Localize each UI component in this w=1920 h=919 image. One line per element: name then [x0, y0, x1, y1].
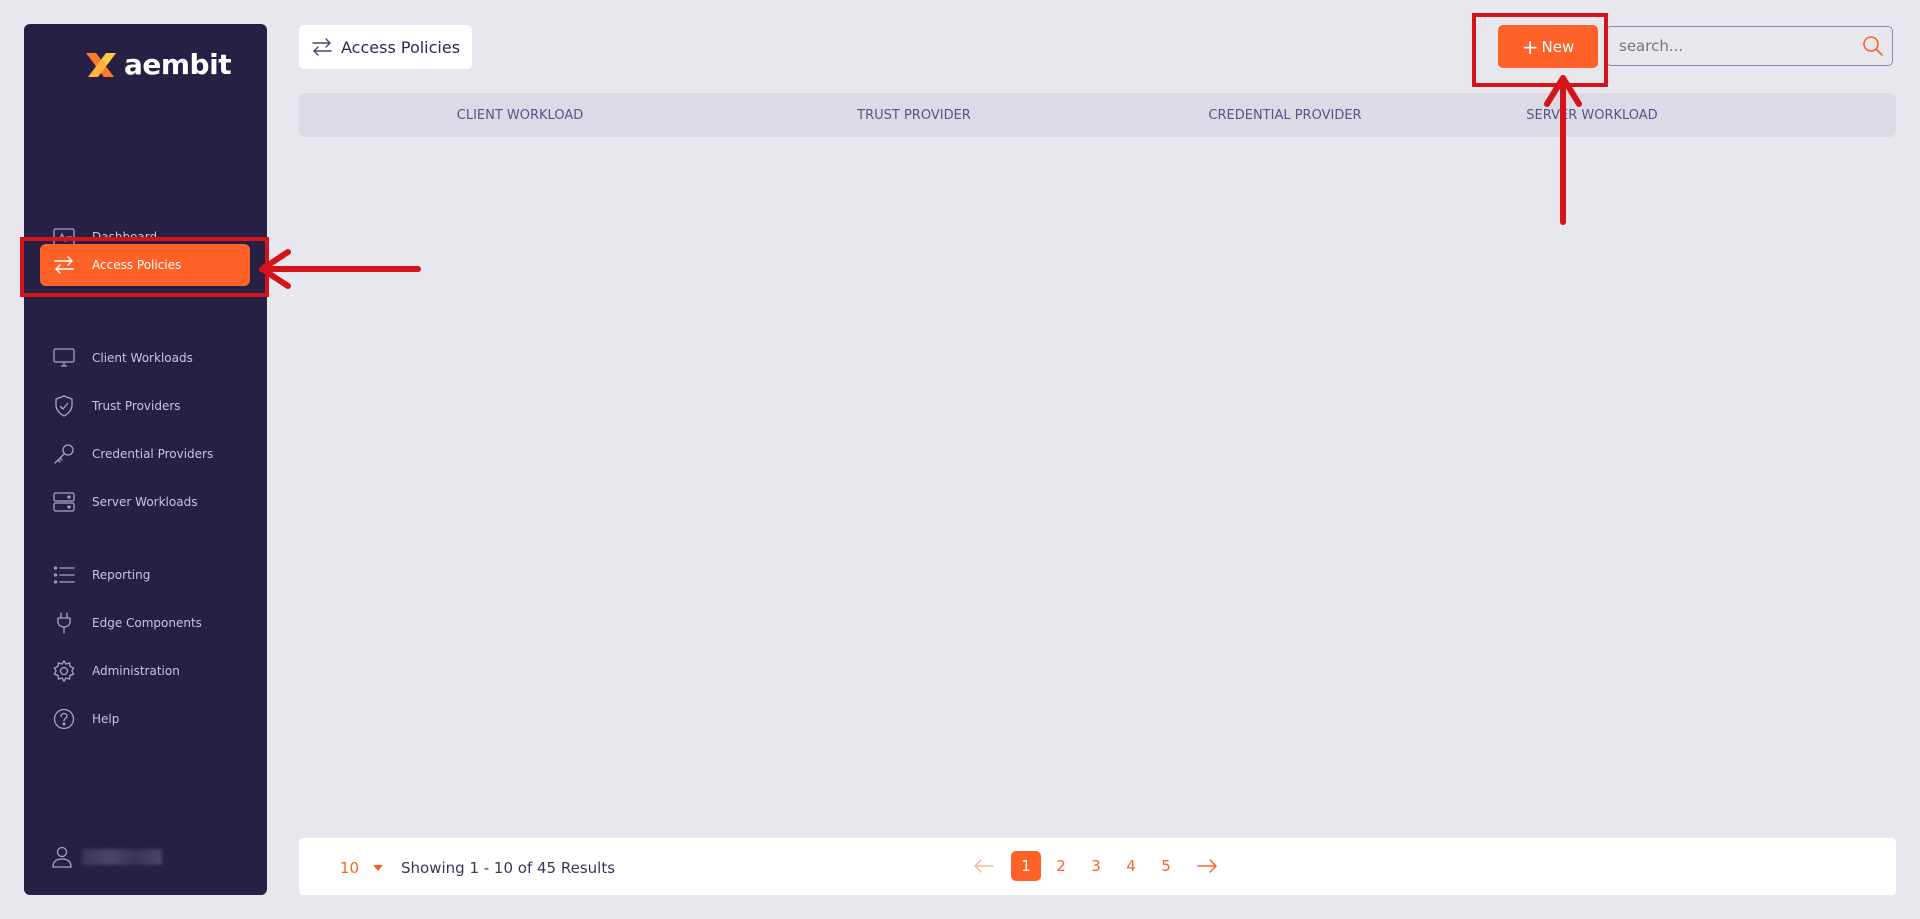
page-4-button[interactable]: 4	[1116, 851, 1146, 881]
results-summary: Showing 1 - 10 of 45 Results	[401, 859, 616, 877]
sidebar-item-trust-providers[interactable]: Trust Providers	[40, 385, 250, 427]
sidebar-item-label: Credential Providers	[92, 447, 214, 461]
sidebar-item-help[interactable]: Help	[40, 698, 250, 740]
sidebar-item-edge-components[interactable]: Edge Components	[40, 602, 250, 644]
table-header: CLIENT WORKLOAD TRUST PROVIDER CREDENTIA…	[299, 93, 1896, 137]
page-1-button[interactable]: 1	[1011, 851, 1041, 881]
sidebar-item-label: Help	[92, 712, 120, 726]
pagination: 1 2 3 4 5	[969, 851, 1222, 881]
server-icon	[52, 490, 76, 514]
sidebar-item-label: Trust Providers	[92, 399, 181, 413]
column-header-client-workload[interactable]: CLIENT WORKLOAD	[457, 108, 584, 123]
help-circle-icon	[52, 707, 76, 731]
swap-arrows-icon	[312, 38, 332, 56]
column-header-server-workload[interactable]: SERVER WORKLOAD	[1526, 108, 1657, 123]
user-profile[interactable]	[52, 846, 162, 868]
gear-icon	[52, 659, 76, 683]
page-title: Access Policies	[299, 25, 473, 69]
column-header-trust-provider[interactable]: TRUST PROVIDER	[857, 108, 971, 123]
annotation-highlight-new-button	[1472, 13, 1608, 87]
caret-down-icon	[373, 865, 384, 871]
page-5-button[interactable]: 5	[1151, 851, 1181, 881]
search-icon[interactable]	[1862, 35, 1884, 57]
column-header-credential-provider[interactable]: CREDENTIAL PROVIDER	[1208, 108, 1361, 123]
annotation-highlight-sidebar	[20, 237, 269, 297]
page-3-button[interactable]: 3	[1081, 851, 1111, 881]
next-page-arrow-icon[interactable]	[1192, 851, 1222, 881]
search-input[interactable]	[1607, 36, 1861, 56]
aembit-logo[interactable]: aembit	[82, 48, 232, 81]
sidebar: aembit Dashboard Access Policies Client …	[24, 24, 267, 895]
list-icon	[52, 563, 76, 587]
annotation-arrows	[259, 75, 1582, 289]
plug-icon	[52, 611, 76, 635]
sidebar-item-label: Reporting	[92, 568, 151, 582]
per-page-value: 10	[340, 859, 360, 877]
sidebar-item-reporting[interactable]: Reporting	[40, 554, 250, 596]
search-box	[1606, 26, 1893, 66]
logo-wordmark: aembit	[124, 48, 232, 81]
monitor-icon	[52, 346, 76, 370]
aembit-x-icon	[86, 52, 116, 77]
page-2-button[interactable]: 2	[1046, 851, 1076, 881]
redacted-username	[82, 849, 162, 865]
sidebar-item-label: Administration	[92, 664, 180, 678]
sidebar-item-label: Server Workloads	[92, 495, 198, 509]
sidebar-item-administration[interactable]: Administration	[40, 650, 250, 692]
key-icon	[52, 442, 76, 466]
sidebar-item-label: Edge Components	[92, 616, 202, 630]
sidebar-item-server-workloads[interactable]: Server Workloads	[40, 481, 250, 523]
table-footer: 10 Showing 1 - 10 of 45 Results 1 2 3 4 …	[299, 838, 1896, 895]
sidebar-item-credential-providers[interactable]: Credential Providers	[40, 433, 250, 475]
shield-check-icon	[52, 394, 76, 418]
page-title-text: Access Policies	[341, 37, 461, 57]
prev-page-arrow-icon[interactable]	[969, 851, 999, 881]
sidebar-item-label: Client Workloads	[92, 351, 193, 365]
user-icon	[52, 846, 72, 868]
per-page-select[interactable]: 10	[340, 859, 384, 877]
sidebar-item-client-workloads[interactable]: Client Workloads	[40, 337, 250, 379]
